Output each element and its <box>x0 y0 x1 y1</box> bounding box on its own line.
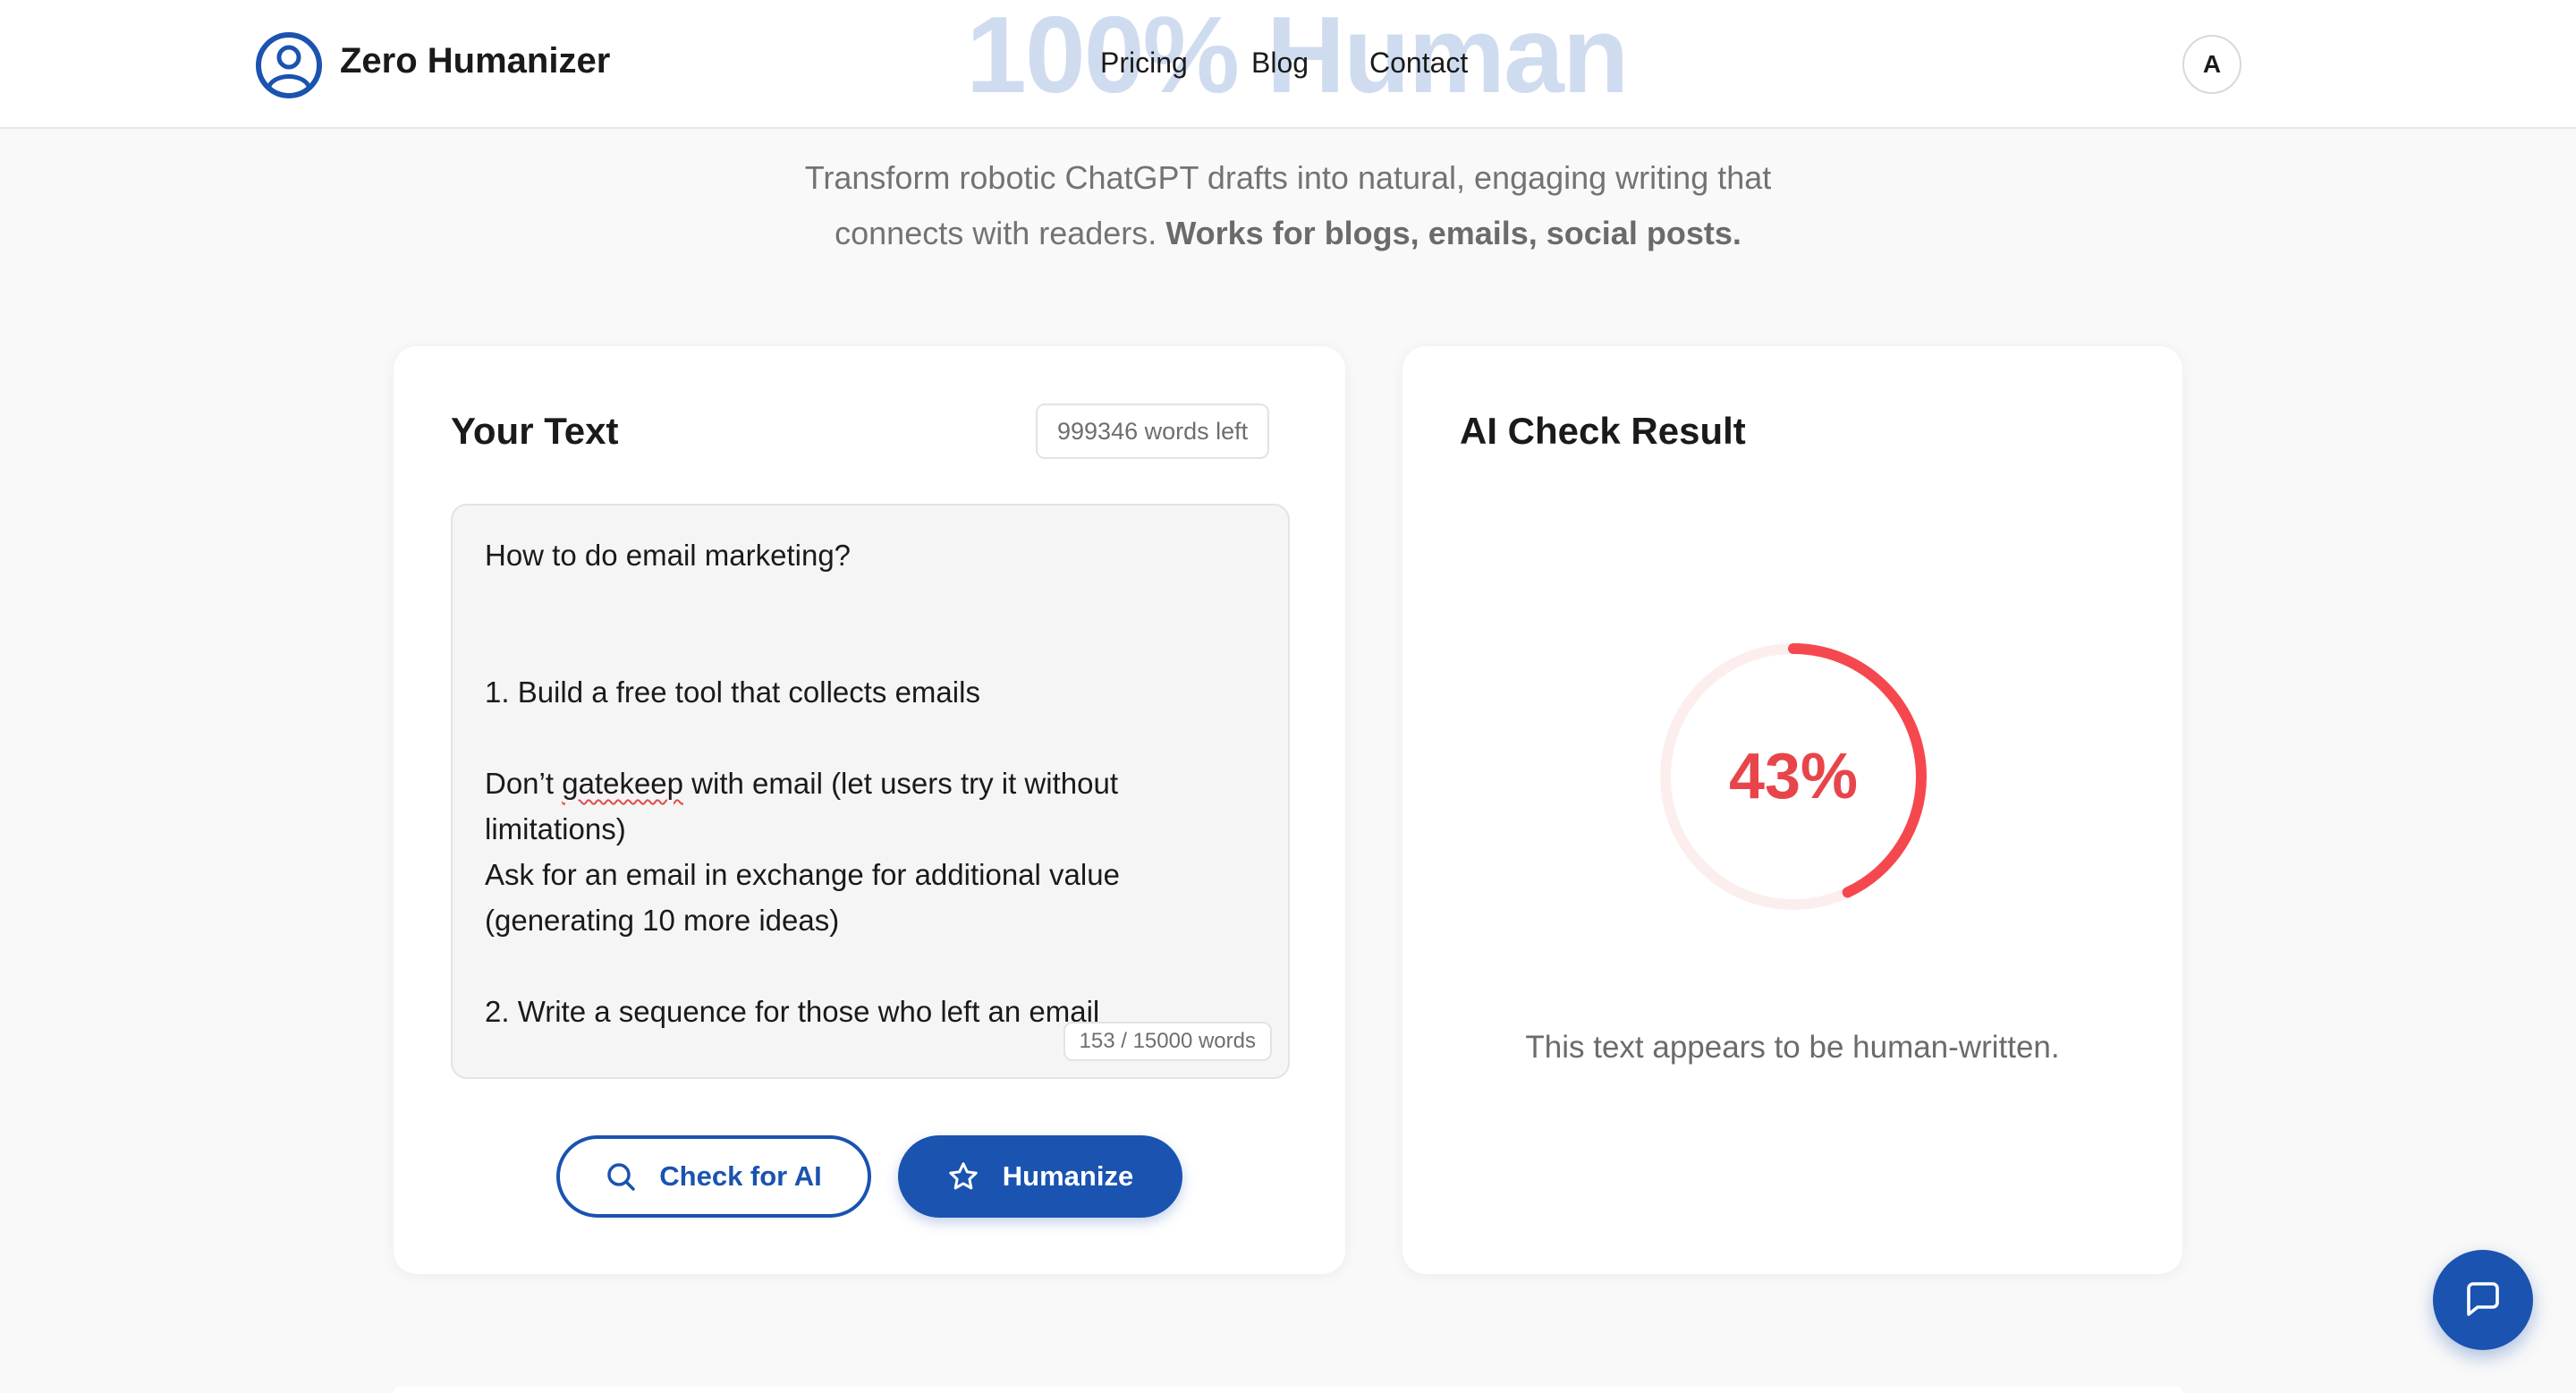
text-input-area[interactable]: How to do email marketing? 1. Build a fr… <box>451 504 1290 1079</box>
next-section-edge <box>394 1387 2182 1393</box>
editor-card: Your Text 999346 words left How to do em… <box>394 346 1345 1274</box>
word-count-badge: 153 / 15000 words <box>1063 1022 1272 1061</box>
user-circle-icon[interactable] <box>256 32 322 98</box>
editor-title: Your Text <box>451 410 619 452</box>
chat-button[interactable] <box>2433 1250 2533 1350</box>
result-message: This text appears to be human-written. <box>1525 1030 2060 1065</box>
result-title: AI Check Result <box>1460 410 1746 452</box>
result-card: AI Check Result 43% This text appears to… <box>1402 346 2182 1274</box>
hero-subtitle: Transform robotic ChatGPT drafts into na… <box>572 150 2004 261</box>
user-avatar[interactable]: A <box>2182 35 2241 94</box>
subtitle-line-2-text: connects with readers. <box>835 215 1157 251</box>
ai-score-value: 43% <box>1728 741 1859 812</box>
subtitle-line-2: connects with readers. Works for blogs, … <box>572 206 2004 261</box>
text-line: Ask for an email in exchange for additio… <box>485 858 1120 937</box>
text-input-content[interactable]: How to do email marketing? 1. Build a fr… <box>485 532 1218 1034</box>
subtitle-line-2-bold: Works for blogs, emails, social posts. <box>1165 215 1741 251</box>
text-line: 1. Build a free tool that collects email… <box>485 675 980 709</box>
check-for-ai-button[interactable]: Check for AI <box>556 1135 871 1218</box>
check-for-ai-label: Check for AI <box>659 1160 822 1192</box>
star-icon <box>949 1162 978 1190</box>
humanize-button[interactable]: Humanize <box>898 1135 1182 1218</box>
search-icon <box>607 1163 636 1191</box>
nav-pricing[interactable]: Pricing <box>1100 47 1188 80</box>
text-line: How to do email marketing? <box>485 539 852 572</box>
text-line: Don’t gatekeep with email (let users try… <box>485 760 1218 852</box>
chat-bubble-icon <box>2467 1282 2499 1316</box>
brand-name[interactable]: Zero Humanizer <box>340 41 610 81</box>
text-fragment: Don’t <box>485 767 563 800</box>
nav-contact[interactable]: Contact <box>1369 47 1468 80</box>
nav-blog[interactable]: Blog <box>1251 47 1309 80</box>
misspelled-word: gatekeep <box>562 767 684 800</box>
words-left-badge: 999346 words left <box>1036 403 1270 459</box>
subtitle-line-1: Transform robotic ChatGPT drafts into na… <box>804 159 1772 196</box>
top-nav-bar: Zero Humanizer 100% Human Pricing Blog C… <box>0 0 2576 129</box>
humanize-label: Humanize <box>1002 1160 1134 1192</box>
